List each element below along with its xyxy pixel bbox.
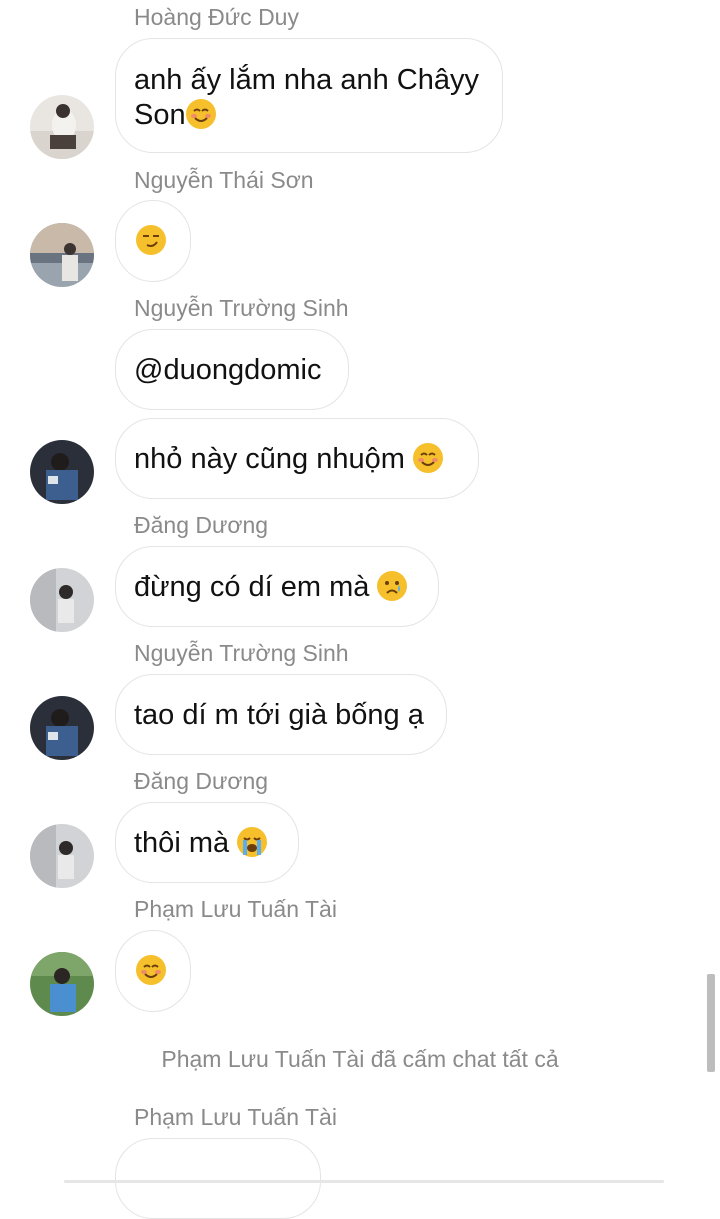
sender-name: Nguyễn Trường Sinh <box>134 295 349 321</box>
avatar[interactable] <box>30 696 94 760</box>
avatar[interactable] <box>30 95 94 159</box>
message-text: nhỏ này cũng nhuộm <box>134 443 413 475</box>
sender-name: Nguyễn Thái Sơn <box>134 167 314 193</box>
message-text: thôi mà <box>134 827 238 859</box>
message-text: đừng có dí em mà <box>134 571 378 603</box>
message-bubble[interactable]: nhỏ này cũng nhuộm <box>115 418 479 499</box>
avatar[interactable] <box>30 952 94 1016</box>
scrollbar[interactable] <box>707 974 715 1072</box>
message-text: tao dí m tới già bống ạ <box>134 699 424 731</box>
message-bubble[interactable]: tao dí m tới già bống ạ <box>115 674 447 755</box>
sender-name: Phạm Lưu Tuấn Tài <box>134 896 337 922</box>
avatar[interactable] <box>30 568 94 632</box>
sender-name: Đăng Dương <box>134 512 269 538</box>
smiling-blush-icon <box>136 955 166 985</box>
loudly-crying-icon <box>237 827 268 857</box>
system-notice: Phạm Lưu Tuấn Tài đã cấm chat tất cả <box>161 1046 559 1072</box>
message-bubble[interactable]: anh ấy lắm nha anh Châyy Son <box>115 38 503 153</box>
message-bubble[interactable]: đừng có dí em mà <box>115 546 439 627</box>
message-bubble[interactable] <box>115 930 191 1012</box>
sender-name: Đăng Dương <box>134 768 269 794</box>
sender-name: Hoàng Đức Duy <box>134 4 299 30</box>
smirk-icon <box>136 225 166 255</box>
message-bubble[interactable]: @duongdomic <box>115 329 349 410</box>
smiling-blush-icon <box>185 99 216 129</box>
message-bubble[interactable] <box>115 1138 321 1219</box>
sender-name: Phạm Lưu Tuấn Tài <box>134 1104 337 1130</box>
avatar[interactable] <box>30 440 94 504</box>
crying-icon <box>377 571 408 601</box>
message-text: anh ấy lắm nha anh Châyy <box>134 64 479 96</box>
smiling-blush-icon <box>412 443 443 473</box>
message-bubble[interactable] <box>115 200 191 282</box>
message-text: @duongdomic <box>134 354 322 386</box>
message-text: Son <box>134 99 186 131</box>
avatar[interactable] <box>30 824 94 888</box>
avatar[interactable] <box>30 223 94 287</box>
message-bubble[interactable]: thôi mà <box>115 802 299 883</box>
sender-name: Nguyễn Trường Sinh <box>134 640 349 666</box>
